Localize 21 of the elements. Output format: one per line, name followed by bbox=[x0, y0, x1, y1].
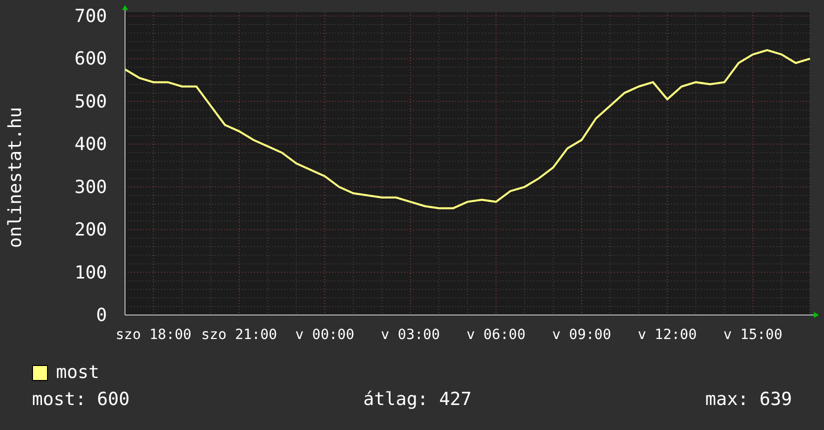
y-tick-label: 500 bbox=[74, 91, 107, 112]
y-tick-label: 0 bbox=[96, 305, 107, 326]
axis-title: onlinestat.hu bbox=[4, 107, 26, 248]
x-tick-label: v 03:00 bbox=[380, 327, 440, 343]
x-tick-label: v 15:00 bbox=[723, 327, 782, 343]
x-tick-label: szo 18:00 bbox=[116, 327, 192, 343]
x-tick-label: v 09:00 bbox=[552, 327, 612, 343]
y-tick-label: 400 bbox=[74, 134, 107, 156]
y-tick-label: 200 bbox=[74, 220, 107, 241]
y-tick-label: 300 bbox=[74, 176, 107, 198]
legend-label: most bbox=[56, 362, 100, 383]
stat-text: most: 600 bbox=[32, 389, 130, 410]
y-tick-label: 700 bbox=[74, 6, 107, 27]
x-tick-label: szo 21:00 bbox=[201, 327, 278, 343]
x-tick-label: v 12:00 bbox=[638, 327, 697, 343]
y-tick-label: 600 bbox=[74, 48, 107, 70]
stat-text: átlag: 427 bbox=[363, 389, 472, 410]
y-tick-label: 100 bbox=[74, 262, 107, 284]
x-tick-label: v 06:00 bbox=[466, 327, 526, 343]
x-tick-label: v 00:00 bbox=[295, 327, 354, 343]
stat-text: max: 639 bbox=[705, 389, 792, 410]
